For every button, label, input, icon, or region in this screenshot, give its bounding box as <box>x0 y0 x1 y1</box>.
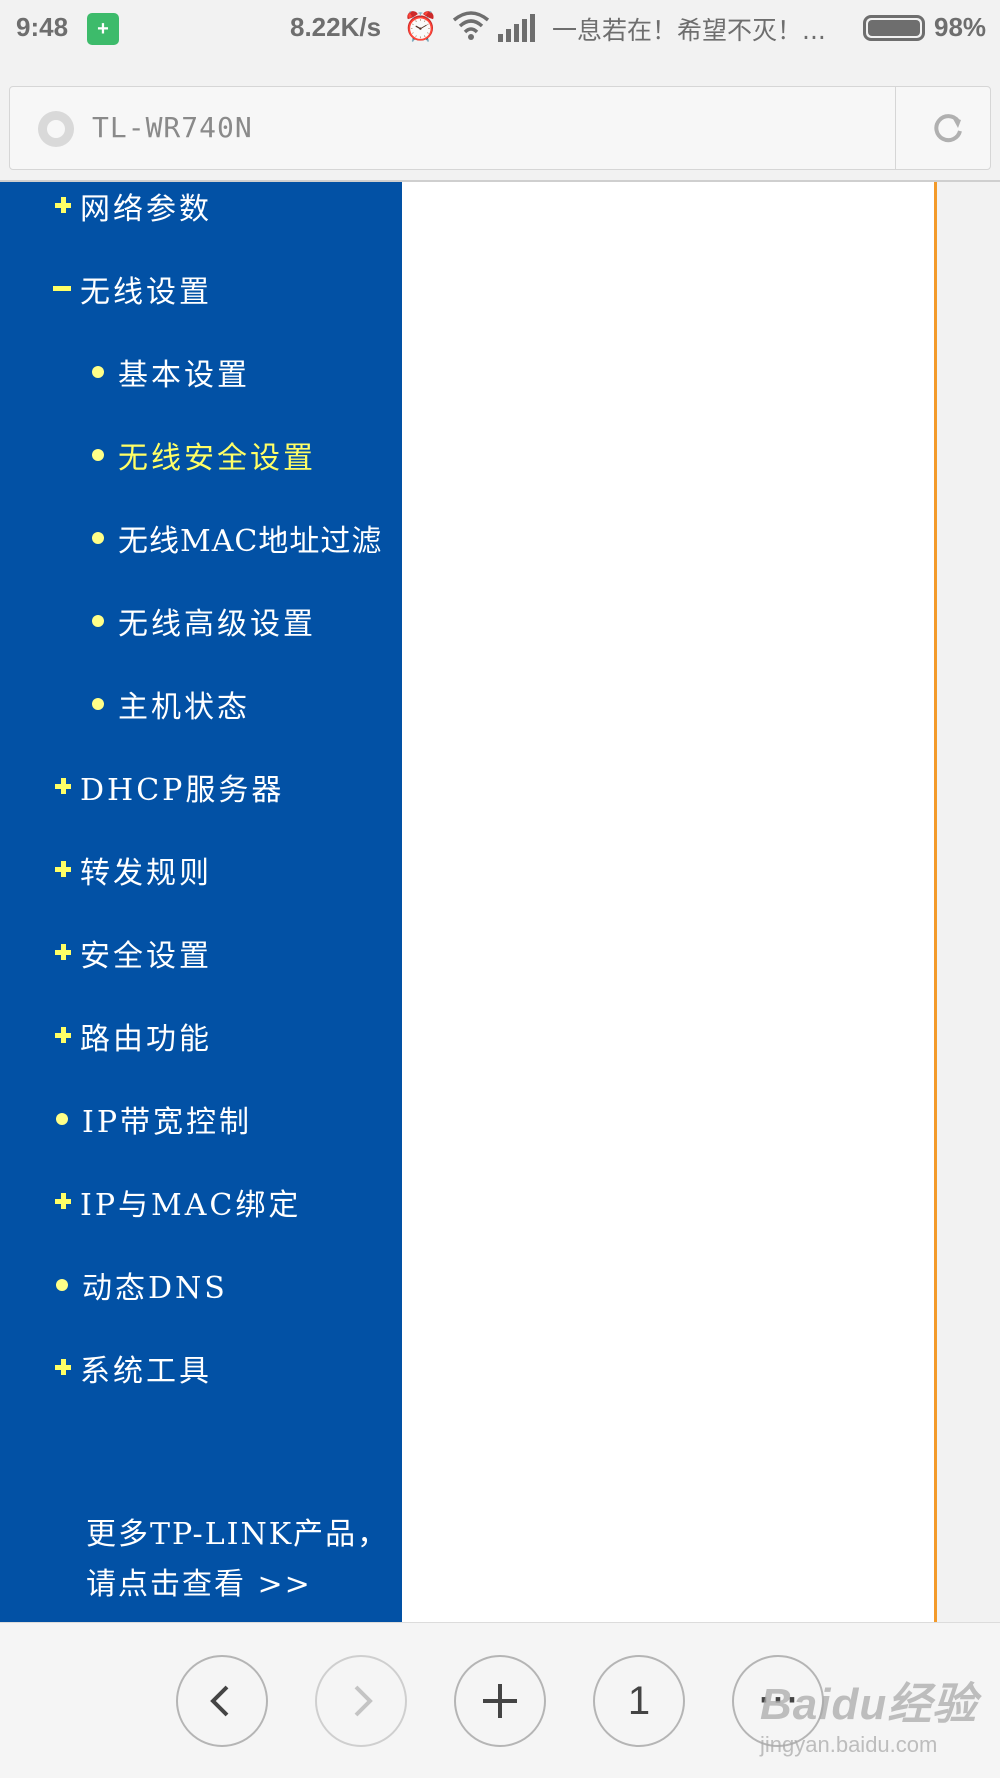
bullet-icon <box>92 366 104 378</box>
menu-label: 系统工具 <box>80 1354 212 1389</box>
bullet-icon <box>92 615 104 627</box>
menu-item-wireless[interactable]: 无线设置 <box>50 263 212 315</box>
more-products-link[interactable]: 更多TP-LINK产品， 请点击查看 >> <box>86 1510 389 1610</box>
wifi-icon <box>452 8 490 49</box>
menu-label: 动态DNS <box>82 1271 228 1306</box>
promo-line-1: 更多TP-LINK产品， <box>86 1517 390 1552</box>
collapse-minus-icon <box>50 274 80 304</box>
menu-item-ip-mac-binding[interactable]: IP与MAC绑定 <box>50 1176 301 1228</box>
address-bar[interactable]: TL-WR740N <box>9 86 991 170</box>
menu-label: 路由功能 <box>80 1022 212 1057</box>
back-arrow-icon <box>210 1685 229 1717</box>
watermark-brand: Baidu经验 <box>760 1680 978 1729</box>
router-menu: 网络参数 无线设置 基本设置 无线安全设置 无线MAC地址过滤 无线高级设置 主… <box>0 180 402 1622</box>
menu-label: 网络参数 <box>80 192 212 227</box>
baidu-watermark: Baidu经验 jingyan.baidu.com <box>760 1668 977 1758</box>
watermark-url: jingyan.baidu.com <box>760 1732 938 1757</box>
frame-border <box>934 180 937 1622</box>
plus-icon <box>483 1684 517 1718</box>
bullet-icon <box>56 1113 68 1125</box>
menu-label: 基本设置 <box>118 358 250 393</box>
main-frame <box>402 180 936 1622</box>
expand-plus-icon <box>50 1353 80 1383</box>
expand-plus-icon <box>50 1187 80 1217</box>
expand-plus-icon <box>50 191 80 221</box>
network-speed: 8.22K/s <box>290 12 382 42</box>
expand-plus-icon <box>50 1021 80 1051</box>
bullet-icon <box>92 698 104 710</box>
menu-item-basic-settings[interactable]: 基本设置 <box>88 346 250 398</box>
menu-item-routing[interactable]: 路由功能 <box>50 1010 212 1062</box>
menu-item-security[interactable]: 安全设置 <box>50 927 212 979</box>
expand-plus-icon <box>50 772 80 802</box>
back-button[interactable] <box>176 1655 268 1747</box>
menu-label: 主机状态 <box>118 690 250 725</box>
menu-label: 安全设置 <box>80 939 212 974</box>
menu-label: DHCP服务器 <box>80 773 285 808</box>
menu-item-network[interactable]: 网络参数 <box>50 180 212 232</box>
menu-item-system-tools[interactable]: 系统工具 <box>50 1342 212 1394</box>
forward-arrow-icon <box>354 1685 373 1717</box>
promo-line-2: 请点击查看 >> <box>86 1567 312 1602</box>
menu-label: 无线MAC地址过滤 <box>118 524 383 559</box>
expand-plus-icon <box>50 855 80 885</box>
menu-label: 转发规则 <box>80 856 212 891</box>
url-text[interactable]: TL-WR740N <box>92 111 253 144</box>
page-content: 网络参数 无线设置 基本设置 无线安全设置 无线MAC地址过滤 无线高级设置 主… <box>0 180 1000 1622</box>
address-divider <box>895 87 896 169</box>
signal-icon <box>498 14 538 49</box>
site-icon <box>38 111 74 147</box>
status-bar: 9:48 + 8.22K/s ⏰ 一息若在！希望不灭！... 98% <box>0 0 1000 58</box>
menu-label: IP与MAC绑定 <box>80 1188 302 1223</box>
menu-label: IP带宽控制 <box>82 1105 253 1140</box>
battery-icon <box>863 15 925 41</box>
menu-item-ddns[interactable]: 动态DNS <box>50 1259 228 1311</box>
shield-icon: + <box>87 13 119 45</box>
menu-label: 无线高级设置 <box>118 607 316 642</box>
tab-count: 1 <box>627 1678 651 1723</box>
forward-button[interactable] <box>315 1655 407 1747</box>
menu-label: 无线安全设置 <box>118 441 316 476</box>
expand-plus-icon <box>50 938 80 968</box>
page-top-divider <box>0 180 1000 182</box>
status-time: 9:48 <box>16 12 69 42</box>
menu-item-bandwidth[interactable]: IP带宽控制 <box>50 1093 252 1145</box>
notification-text: 一息若在！希望不灭！... <box>552 16 826 45</box>
menu-item-wireless-security[interactable]: 无线安全设置 <box>88 429 316 481</box>
menu-item-dhcp[interactable]: DHCP服务器 <box>50 761 284 813</box>
menu-item-advanced-wireless[interactable]: 无线高级设置 <box>88 595 316 647</box>
alarm-icon: ⏰ <box>403 11 438 42</box>
bullet-icon <box>92 532 104 544</box>
refresh-icon[interactable] <box>930 111 966 147</box>
tabs-button[interactable]: 1 <box>593 1655 685 1747</box>
menu-item-forwarding[interactable]: 转发规则 <box>50 844 212 896</box>
new-tab-button[interactable] <box>454 1655 546 1747</box>
menu-item-mac-filter[interactable]: 无线MAC地址过滤 <box>88 512 382 564</box>
bullet-icon <box>56 1279 68 1291</box>
bullet-icon <box>92 449 104 461</box>
battery-percent: 98% <box>934 12 987 42</box>
menu-label: 无线设置 <box>80 275 212 310</box>
menu-item-host-status[interactable]: 主机状态 <box>88 678 250 730</box>
